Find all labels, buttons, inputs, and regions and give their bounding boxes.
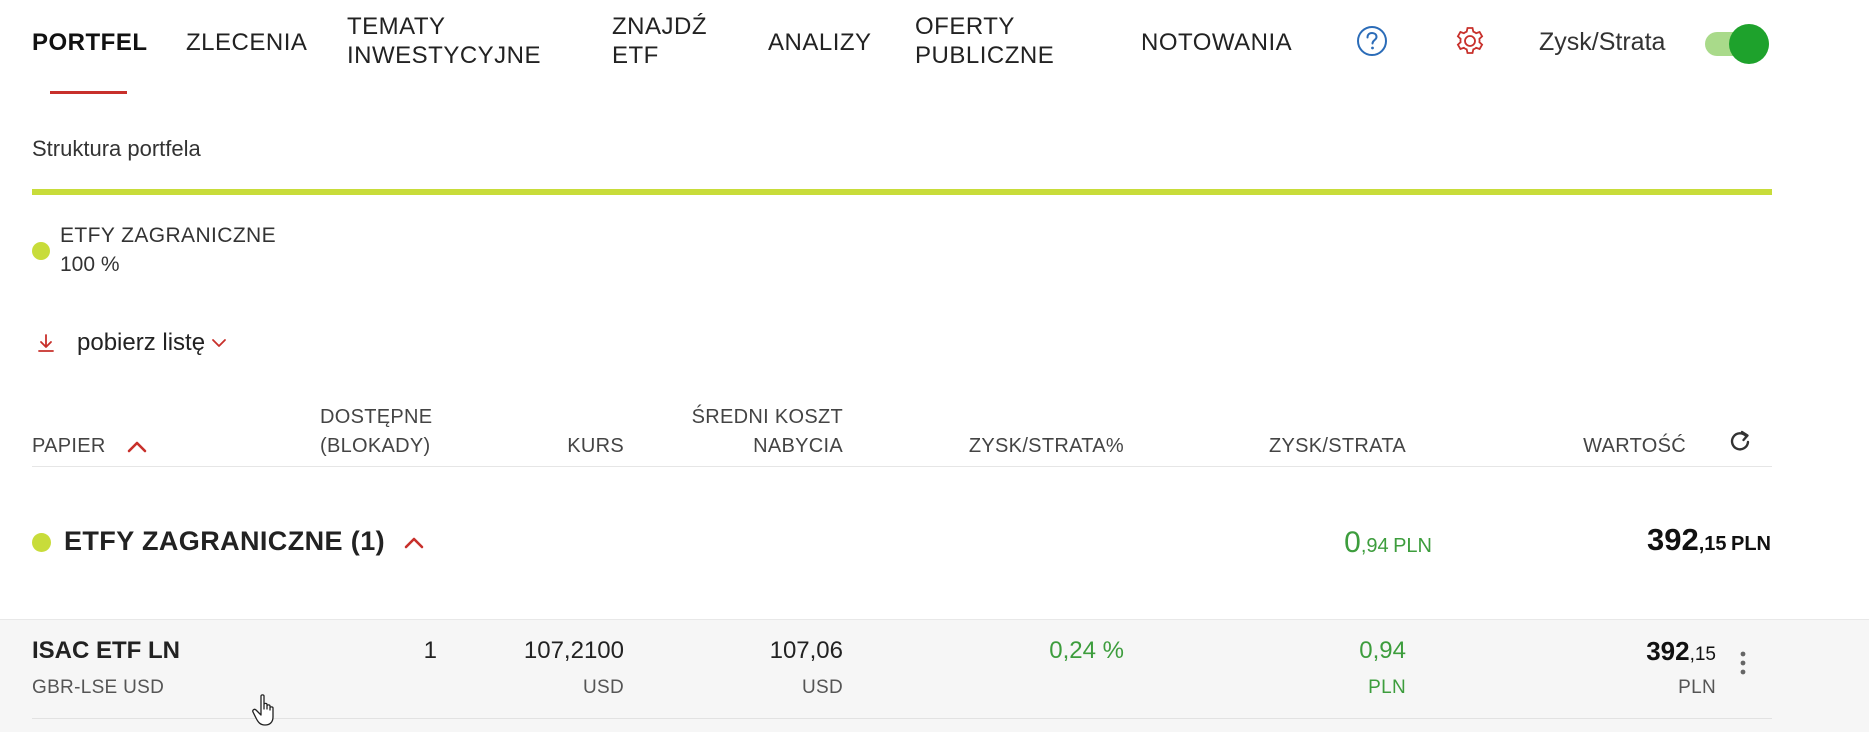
legend-category-name: ETFY ZAGRANICZNE <box>60 224 277 247</box>
position-value: 392,15 <box>1646 636 1716 667</box>
column-header-available-line1: DOSTĘPNE <box>320 406 433 428</box>
toggle-knob <box>1729 24 1769 64</box>
top-navigation: PORTFEL ZLECENIA TEMATY INWESTYCYJNE ZNA… <box>0 0 1869 100</box>
row-divider-top <box>0 619 1869 620</box>
profit-loss-toggle[interactable] <box>1705 24 1773 64</box>
active-tab-indicator <box>50 91 127 94</box>
current-price: 107,2100 <box>523 637 624 664</box>
instrument-market: GBR-LSE USD <box>32 677 165 698</box>
download-list-label: pobierz listę <box>77 329 206 356</box>
group-color-dot <box>32 533 51 552</box>
average-cost-currency: USD <box>801 677 843 698</box>
chevron-down-icon <box>212 339 226 347</box>
position-value-integer: 392 <box>1646 636 1690 666</box>
profit-loss-percent: 0,24 % <box>1049 637 1124 664</box>
column-header-price[interactable]: KURS <box>567 432 624 461</box>
collapse-group-icon[interactable] <box>402 533 426 551</box>
instrument-name[interactable]: ISAC ETF LN <box>32 637 180 665</box>
hand-cursor-icon <box>252 694 274 726</box>
available-quantity: 1 <box>423 637 437 664</box>
group-value-integer: 392 <box>1647 522 1699 557</box>
legend-category-percent: 100 % <box>60 253 120 276</box>
nav-tab-analizy[interactable]: ANALIZY <box>768 28 872 57</box>
profit-loss-currency: PLN <box>1368 677 1406 698</box>
column-header-avg-cost-line2: NABYCIA <box>753 435 843 457</box>
column-header-value[interactable]: WARTOŚĆ <box>1583 432 1686 461</box>
nav-tab-portfel[interactable]: PORTFEL <box>32 28 148 57</box>
group-profit-loss: 0,94 PLN <box>1344 526 1432 560</box>
column-header-profit-loss-percent[interactable]: ZYSK/STRATA% <box>969 432 1124 461</box>
legend-color-dot <box>32 242 50 260</box>
position-value-currency: PLN <box>1678 677 1716 698</box>
question-circle-icon[interactable] <box>1355 24 1389 58</box>
row-divider-bottom <box>32 718 1772 719</box>
nav-tab-notowania[interactable]: NOTOWANIA <box>1141 28 1292 57</box>
nav-tab-oferty-publiczne[interactable]: OFERTY PUBLICZNE <box>915 12 1075 70</box>
current-price-currency: USD <box>582 677 624 698</box>
profit-loss-value: 0,94 <box>1359 637 1406 664</box>
group-profit-loss-integer: 0 <box>1344 526 1361 559</box>
download-icon <box>38 334 54 352</box>
nav-tab-zlecenia[interactable]: ZLECENIA <box>186 28 307 57</box>
group-value: 392,15 PLN <box>1647 522 1771 558</box>
column-header-available[interactable]: DOSTĘPNE (BLOKADY) <box>320 403 432 461</box>
group-value-currency: PLN <box>1731 533 1771 555</box>
sort-ascending-icon[interactable] <box>126 438 148 454</box>
group-profit-loss-decimal: ,94 <box>1360 535 1389 557</box>
gear-icon[interactable] <box>1453 24 1487 58</box>
more-options-icon[interactable] <box>1737 650 1749 676</box>
portfolio-structure-title: Struktura portfela <box>32 136 201 161</box>
table-header-divider <box>32 466 1772 467</box>
column-header-avg-cost-line1: ŚREDNI KOSZT <box>691 406 843 428</box>
column-header-avg-cost[interactable]: ŚREDNI KOSZT NABYCIA <box>692 403 843 461</box>
download-list-button[interactable]: pobierz listę <box>36 328 227 358</box>
portfolio-structure-bar <box>32 189 1772 195</box>
nav-tab-znajdz-etf[interactable]: ZNAJDŹ ETF <box>612 12 722 70</box>
position-value-decimal: ,15 <box>1689 644 1716 665</box>
column-header-paper[interactable]: PAPIER <box>32 432 106 461</box>
average-cost: 107,06 <box>769 637 843 664</box>
group-value-decimal: ,15 <box>1698 533 1727 555</box>
column-header-available-line2: (BLOKADY) <box>320 435 431 457</box>
group-profit-loss-currency: PLN <box>1393 535 1432 557</box>
profit-loss-toggle-label: Zysk/Strata <box>1539 28 1666 56</box>
column-header-profit-loss[interactable]: ZYSK/STRATA <box>1269 432 1406 461</box>
group-name: ETFY ZAGRANICZNE (1) <box>64 526 386 556</box>
nav-tab-tematy-inwestycyjne[interactable]: TEMATY INWESTYCYJNE <box>347 12 557 70</box>
refresh-icon[interactable] <box>1727 428 1753 454</box>
